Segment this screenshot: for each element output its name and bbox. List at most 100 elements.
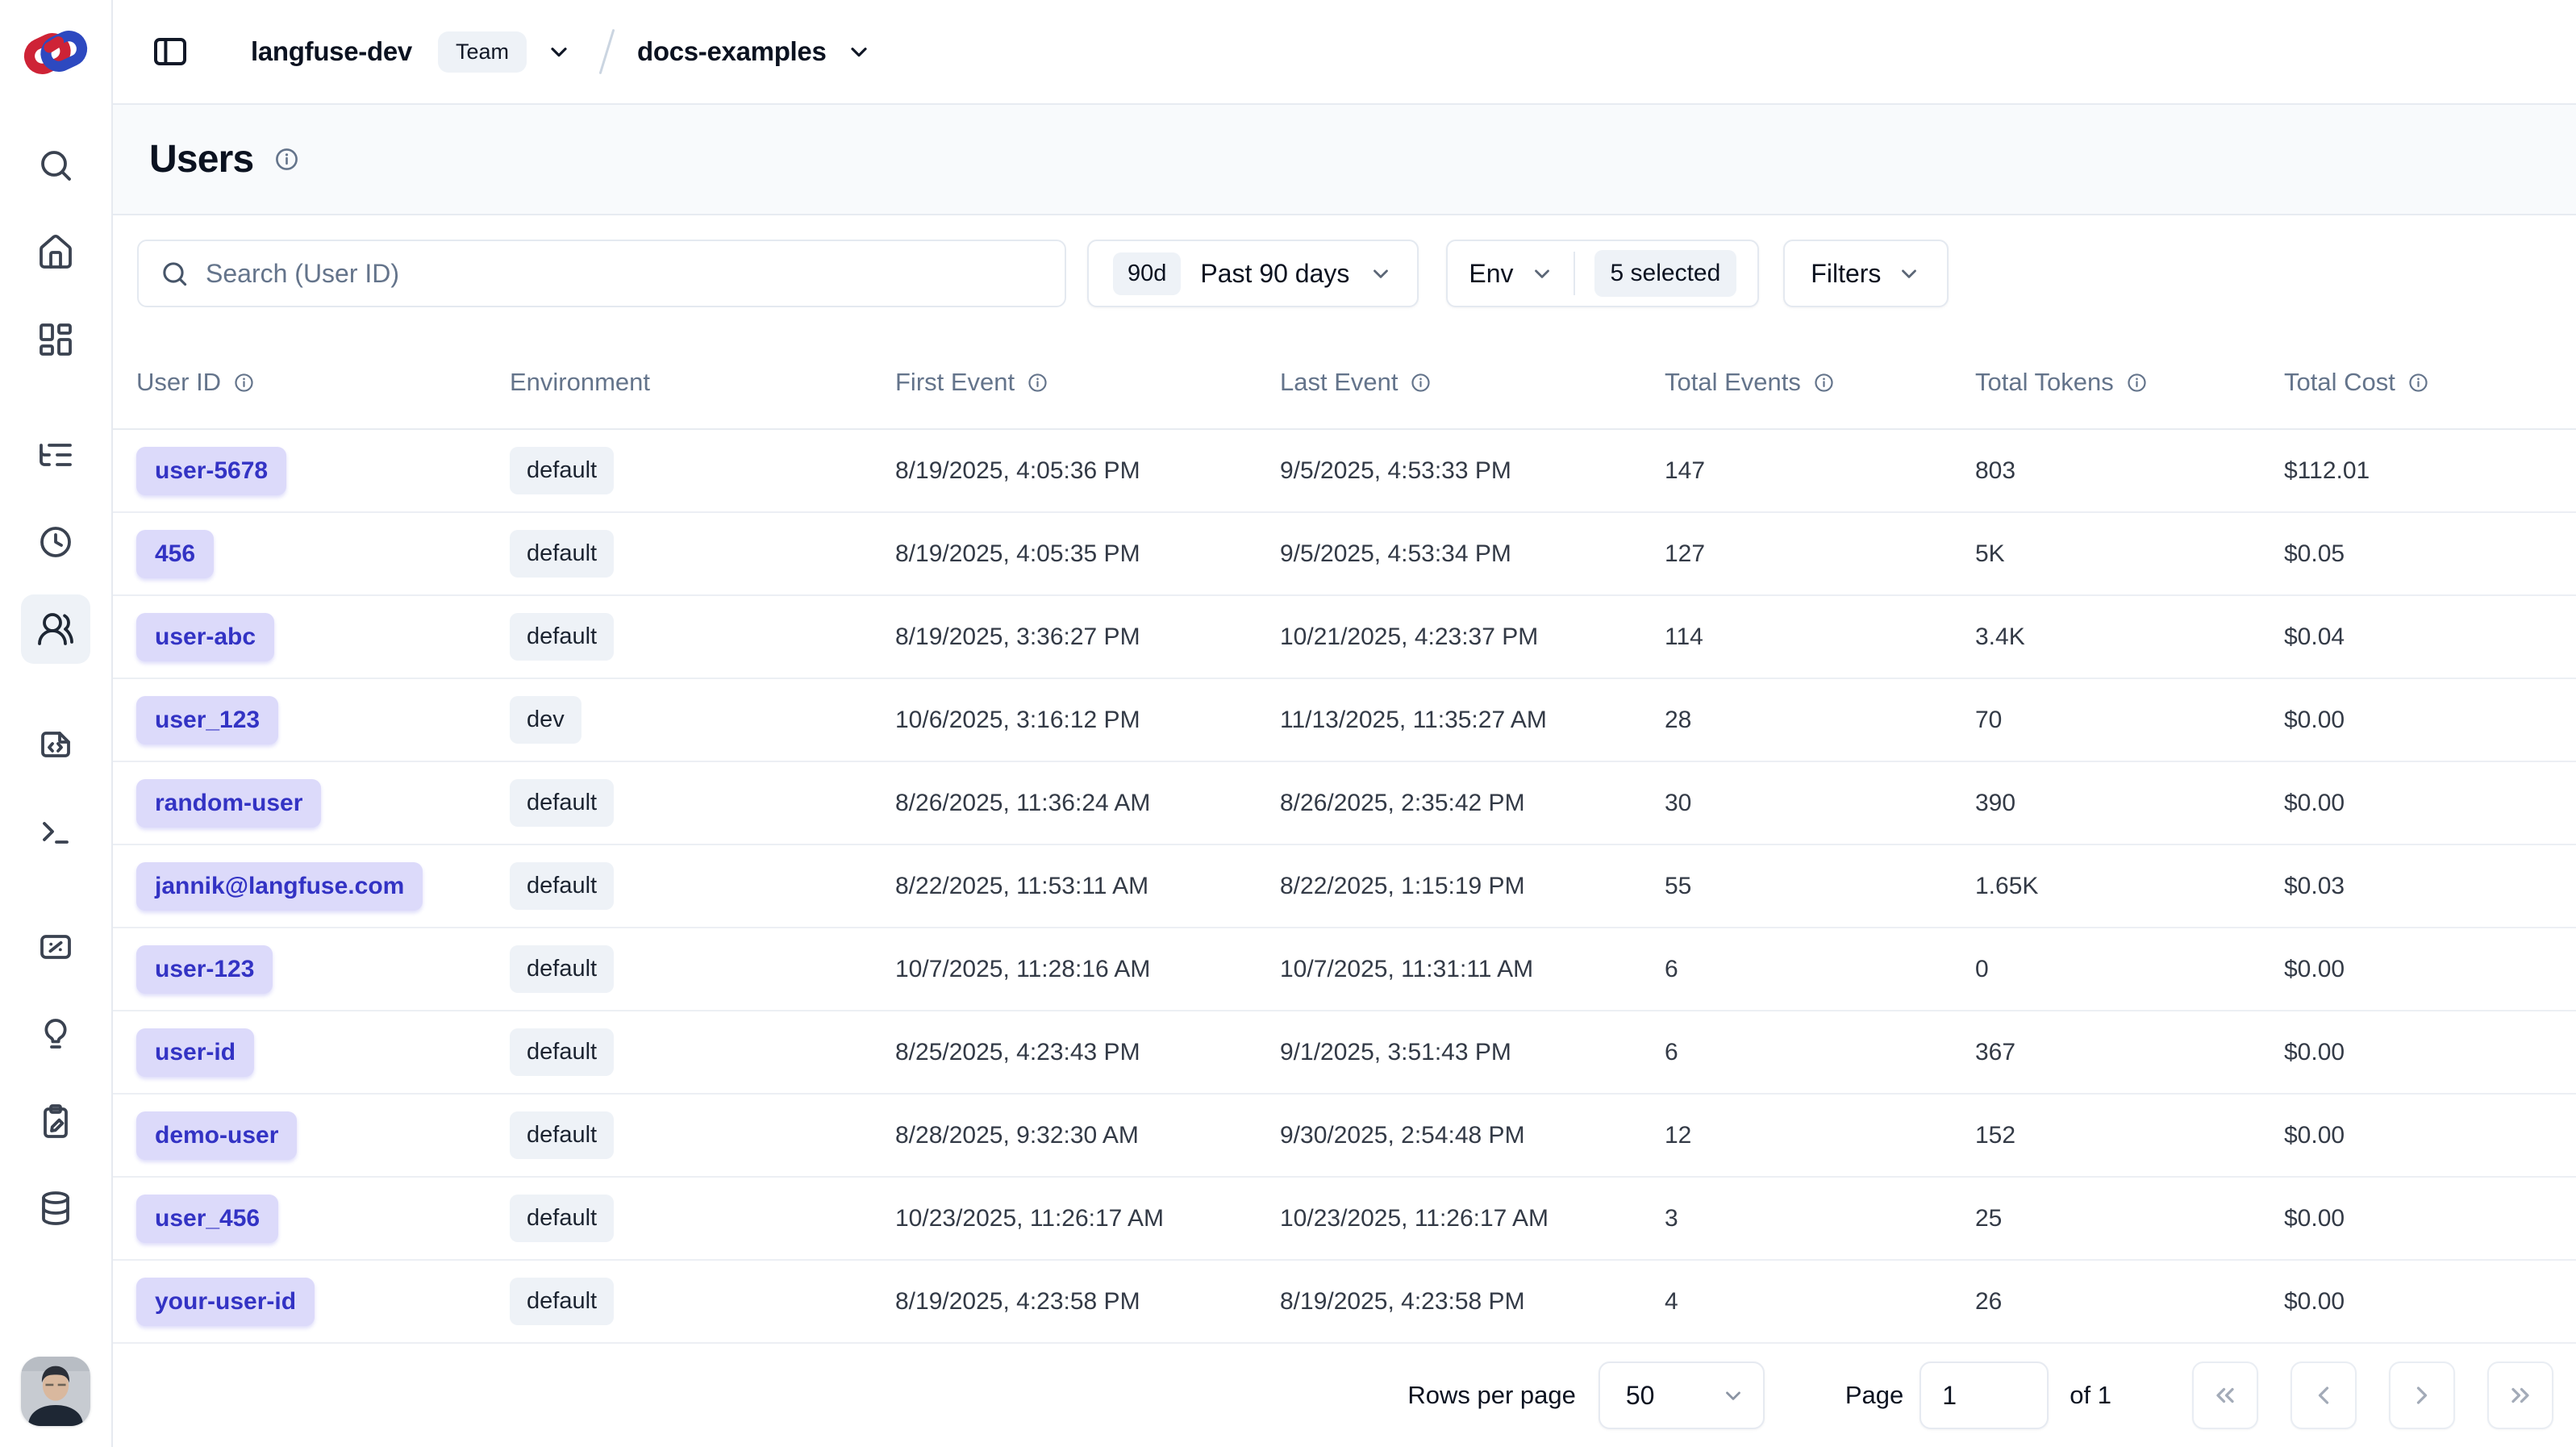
chevron-down-icon: [1530, 261, 1554, 286]
rows-per-page-select[interactable]: 50: [1599, 1362, 1765, 1429]
user-id-badge[interactable]: user-id: [136, 1028, 254, 1077]
environment-badge: default: [510, 530, 614, 578]
langfuse-knot-icon: [21, 23, 90, 82]
chevron-down-icon: [1369, 261, 1393, 286]
column-header[interactable]: User ID: [136, 368, 510, 397]
sidebar-item-home[interactable]: [21, 218, 90, 287]
sidebar-item-annotation[interactable]: [21, 1086, 90, 1156]
user-id-badge[interactable]: user-123: [136, 945, 273, 994]
info-icon[interactable]: [2407, 371, 2430, 394]
table-row[interactable]: user-5678 default 8/19/2025, 4:05:36 PM …: [113, 430, 2576, 513]
user-id-badge[interactable]: your-user-id: [136, 1278, 315, 1326]
langfuse-logo[interactable]: [21, 0, 90, 105]
table-row[interactable]: user_456 default 10/23/2025, 11:26:17 AM…: [113, 1178, 2576, 1261]
project-switcher-button[interactable]: [846, 39, 872, 65]
info-icon[interactable]: [2125, 371, 2149, 394]
home-icon: [36, 233, 75, 272]
user-id-badge[interactable]: user-abc: [136, 613, 274, 661]
info-icon[interactable]: [1812, 371, 1836, 394]
filters-button[interactable]: Filters: [1783, 240, 1949, 307]
breadcrumb-org-name[interactable]: langfuse-dev: [251, 36, 412, 67]
table-body: user-5678 default 8/19/2025, 4:05:36 PM …: [113, 430, 2576, 1344]
previous-page-button[interactable]: [2290, 1362, 2357, 1429]
total-tokens-cell: 367: [1975, 1039, 2284, 1066]
table-row[interactable]: 456 default 8/19/2025, 4:05:35 PM 9/5/20…: [113, 513, 2576, 596]
column-header[interactable]: Total Cost: [2284, 368, 2576, 397]
sidebar-item-prompts[interactable]: [21, 710, 90, 779]
total-tokens-cell: 26: [1975, 1288, 2284, 1316]
sidebar-item-insights[interactable]: [21, 999, 90, 1069]
sidebar-nav: [21, 131, 90, 1243]
table-row[interactable]: demo-user default 8/28/2025, 9:32:30 AM …: [113, 1095, 2576, 1178]
last-event-cell: 9/30/2025, 2:54:48 PM: [1280, 1122, 1665, 1149]
total-events-cell: 4: [1665, 1288, 1975, 1316]
user-id-badge[interactable]: random-user: [136, 779, 321, 828]
user-id-badge[interactable]: 456: [136, 530, 214, 578]
environment-filter-button[interactable]: Env 5 selected: [1446, 240, 1759, 307]
column-header[interactable]: Last Event: [1280, 368, 1665, 397]
breadcrumb-project-name[interactable]: docs-examples: [637, 36, 827, 67]
first-event-cell: 8/19/2025, 4:23:58 PM: [895, 1288, 1280, 1316]
page-title: Users: [149, 137, 253, 181]
page-label: Page: [1845, 1381, 1903, 1410]
total-events-cell: 6: [1665, 1039, 1975, 1066]
sidebar-item-search[interactable]: [21, 131, 90, 200]
user-id-badge[interactable]: user-5678: [136, 447, 286, 495]
last-event-cell: 9/5/2025, 4:53:33 PM: [1280, 457, 1665, 485]
last-page-button[interactable]: [2487, 1362, 2553, 1429]
user-id-badge[interactable]: user_123: [136, 696, 278, 744]
table-row[interactable]: user-id default 8/25/2025, 4:23:43 PM 9/…: [113, 1011, 2576, 1095]
sidebar-item-scores[interactable]: [21, 912, 90, 982]
sidebar-item-sessions[interactable]: [21, 507, 90, 577]
user-id-badge[interactable]: user_456: [136, 1195, 278, 1243]
table-row[interactable]: your-user-id default 8/19/2025, 4:23:58 …: [113, 1261, 2576, 1344]
total-cost-cell: $112.01: [2284, 457, 2576, 485]
first-event-cell: 8/19/2025, 4:05:36 PM: [895, 457, 1280, 485]
total-tokens-cell: 70: [1975, 707, 2284, 734]
environment-badge: default: [510, 1028, 614, 1076]
info-icon[interactable]: [1409, 371, 1432, 394]
sidebar-item-tracing[interactable]: [21, 420, 90, 490]
org-switcher-button[interactable]: [546, 39, 572, 65]
table-row[interactable]: user-abc default 8/19/2025, 3:36:27 PM 1…: [113, 596, 2576, 679]
users-icon: [36, 610, 75, 648]
dashboard-grid-icon: [36, 320, 75, 359]
first-page-button[interactable]: [2192, 1362, 2258, 1429]
sidebar-item-playground[interactable]: [21, 797, 90, 866]
rows-per-page-label: Rows per page: [1407, 1381, 1576, 1410]
page-info-icon[interactable]: [273, 145, 301, 173]
total-cost-cell: $0.04: [2284, 623, 2576, 651]
column-header[interactable]: Total Tokens: [1975, 368, 2284, 397]
user-avatar[interactable]: [21, 1357, 90, 1426]
lightbulb-icon: [36, 1015, 75, 1053]
table-row[interactable]: random-user default 8/26/2025, 11:36:24 …: [113, 762, 2576, 845]
sidebar-item-datasets[interactable]: [21, 1174, 90, 1243]
last-event-cell: 10/21/2025, 4:23:37 PM: [1280, 623, 1665, 651]
environment-badge: default: [510, 447, 614, 494]
search-input[interactable]: [206, 259, 1044, 289]
total-tokens-cell: 0: [1975, 956, 2284, 983]
column-header[interactable]: First Event: [895, 368, 1280, 397]
user-id-badge[interactable]: demo-user: [136, 1111, 297, 1160]
table-row[interactable]: user_123 dev 10/6/2025, 3:16:12 PM 11/13…: [113, 679, 2576, 762]
page-number-input[interactable]: [1919, 1362, 2049, 1429]
main-area: langfuse-dev Team docs-examples Users: [113, 0, 2576, 1447]
search-box[interactable]: [137, 240, 1066, 307]
info-icon[interactable]: [232, 371, 256, 394]
date-range-button[interactable]: 90d Past 90 days: [1087, 240, 1419, 307]
info-icon[interactable]: [1026, 371, 1049, 394]
sidebar-item-users[interactable]: [21, 594, 90, 664]
next-page-button[interactable]: [2389, 1362, 2455, 1429]
user-id-badge[interactable]: jannik@langfuse.com: [136, 862, 423, 911]
column-header[interactable]: Total Events: [1665, 368, 1975, 397]
sidebar-toggle-button[interactable]: [149, 31, 191, 73]
total-cost-cell: $0.00: [2284, 707, 2576, 734]
table-row[interactable]: jannik@langfuse.com default 8/22/2025, 1…: [113, 845, 2576, 928]
total-events-cell: 114: [1665, 623, 1975, 651]
table-row[interactable]: user-123 default 10/7/2025, 11:28:16 AM …: [113, 928, 2576, 1011]
sidebar-item-dashboards[interactable]: [21, 305, 90, 374]
clipboard-pen-icon: [36, 1102, 75, 1141]
breadcrumb-separator: [599, 29, 615, 74]
column-label: Total Events: [1665, 368, 1801, 397]
column-header[interactable]: Environment: [510, 368, 895, 397]
